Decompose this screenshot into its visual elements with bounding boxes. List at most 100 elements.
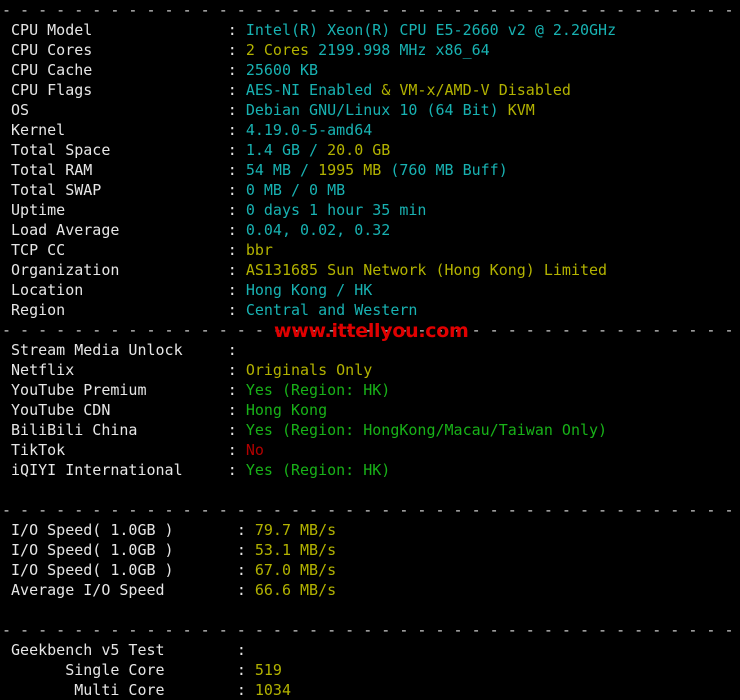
row-value: 2199.998 MHz x86_64: [318, 41, 490, 59]
row-label: OS: [2, 101, 228, 119]
row-colon: :: [227, 21, 246, 39]
geekbench-row: Single Core : 519: [0, 660, 740, 680]
system-info-row: Region : Central and Western: [0, 300, 740, 320]
row-label: Region: [2, 301, 228, 319]
system-info-row: Total Space : 1.4 GB / 20.0 GB: [0, 140, 740, 160]
geekbench-row: Geekbench v5 Test :: [0, 640, 740, 660]
row-colon: :: [227, 441, 246, 459]
row-value: 519: [254, 661, 282, 679]
row-label: Netflix: [2, 361, 228, 379]
system-info-row: Total RAM : 54 MB / 1995 MB (760 MB Buff…: [0, 160, 740, 180]
row-label: Kernel: [2, 121, 228, 139]
row-value: 2 Cores: [245, 41, 319, 59]
row-colon: :: [227, 381, 246, 399]
row-value: Central and Western: [245, 301, 418, 319]
system-info-row: Uptime : 0 days 1 hour 35 min: [0, 200, 740, 220]
row-label: Multi Core: [2, 681, 237, 699]
row-colon: :: [227, 281, 246, 299]
row-colon: :: [227, 341, 246, 359]
row-value: Intel(R) Xeon(R) CPU E5-2660 v2 @ 2.20GH…: [245, 21, 617, 39]
row-value: 1995 MB: [318, 161, 391, 179]
row-colon: :: [227, 301, 246, 319]
row-label: Location: [2, 281, 228, 299]
stream-unlock-row: Netflix : Originals Only: [0, 360, 740, 380]
row-value: Yes (Region: HK): [245, 461, 391, 479]
row-colon: :: [227, 81, 246, 99]
row-value: 54 MB /: [245, 161, 319, 179]
row-value: Yes (Region: HongKong/Macau/Taiwan Only): [245, 421, 608, 439]
row-label: Organization: [2, 261, 228, 279]
row-colon: :: [236, 561, 255, 579]
row-label: BiliBili China: [2, 421, 228, 439]
stream-unlock-row: iQIYI International : Yes (Region: HK): [0, 460, 740, 480]
system-info-row: Location : Hong Kong / HK: [0, 280, 740, 300]
system-info-row: Load Average : 0.04, 0.02, 0.32: [0, 220, 740, 240]
row-value: 25600 KB: [245, 61, 319, 79]
row-label: CPU Cores: [2, 41, 228, 59]
row-colon: :: [236, 581, 255, 599]
row-value: Debian GNU/Linux 10 (64 Bit): [245, 101, 508, 119]
row-label: Total RAM: [2, 161, 228, 179]
row-value: 4.19.0-5-amd64: [245, 121, 373, 139]
row-value: Hong Kong: [245, 401, 328, 419]
row-label: CPU Cache: [2, 61, 228, 79]
system-info-row: Organization : AS131685 Sun Network (Hon…: [0, 260, 740, 280]
io-speed-row: Average I/O Speed : 66.6 MB/s: [0, 580, 740, 600]
row-colon: :: [227, 121, 246, 139]
terminal-output: - - - - - - - - - - - - - - - - - - - - …: [0, 0, 740, 699]
io-speed-row: I/O Speed( 1.0GB ) : 79.7 MB/s: [0, 520, 740, 540]
row-colon: :: [227, 181, 246, 199]
row-label: I/O Speed( 1.0GB ): [2, 541, 237, 559]
row-value: 20.0 GB: [327, 141, 391, 159]
stream-unlock-row: TikTok : No: [0, 440, 740, 460]
system-info-block: CPU Model : Intel(R) Xeon(R) CPU E5-2660…: [0, 20, 740, 320]
row-value: No: [245, 441, 264, 459]
row-label: Uptime: [2, 201, 228, 219]
row-colon: :: [227, 41, 246, 59]
row-label: iQIYI International: [2, 461, 228, 479]
row-value: AES-NI Enabled: [245, 81, 382, 99]
row-colon: :: [227, 401, 246, 419]
separator-line-top: - - - - - - - - - - - - - - - - - - - - …: [2, 1, 740, 19]
row-colon: :: [227, 101, 246, 119]
row-value: 1034: [254, 681, 291, 699]
row-label: I/O Speed( 1.0GB ): [2, 561, 237, 579]
row-colon: :: [236, 541, 255, 559]
row-colon: :: [227, 261, 246, 279]
row-label: Total Space: [2, 141, 228, 159]
row-colon: :: [236, 681, 255, 699]
row-colon: :: [227, 241, 246, 259]
row-label: I/O Speed( 1.0GB ): [2, 521, 237, 539]
row-label: YouTube Premium: [2, 381, 228, 399]
row-value: KVM: [507, 101, 535, 119]
row-colon: :: [227, 221, 246, 239]
row-colon: :: [236, 521, 255, 539]
row-value: Originals Only: [245, 361, 373, 379]
geekbench-block: Geekbench v5 Test : Single Core : 519 Mu…: [0, 640, 740, 700]
system-info-row: OS : Debian GNU/Linux 10 (64 Bit) KVM: [0, 100, 740, 120]
site-watermark: www.ittellyou.com: [274, 320, 469, 342]
row-colon: :: [227, 61, 246, 79]
spacer-after-io: [0, 600, 740, 620]
row-value: (760 MB Buff): [390, 161, 508, 179]
stream-unlock-row: BiliBili China : Yes (Region: HongKong/M…: [0, 420, 740, 440]
row-value: 0 days 1 hour 35 min: [245, 201, 427, 219]
row-value: 0.04, 0.02, 0.32: [245, 221, 391, 239]
system-info-row: CPU Model : Intel(R) Xeon(R) CPU E5-2660…: [0, 20, 740, 40]
row-value: 79.7 MB/s: [254, 521, 337, 539]
row-label: Geekbench v5 Test: [2, 641, 237, 659]
row-colon: :: [236, 661, 255, 679]
system-info-row: Kernel : 4.19.0-5-amd64: [0, 120, 740, 140]
row-label: Total SWAP: [2, 181, 228, 199]
row-label: CPU Model: [2, 21, 228, 39]
row-colon: :: [227, 141, 246, 159]
io-speed-row: I/O Speed( 1.0GB ) : 53.1 MB/s: [0, 540, 740, 560]
row-label: Load Average: [2, 221, 228, 239]
row-value: 53.1 MB/s: [254, 541, 337, 559]
row-value: 0 MB / 0 MB: [245, 181, 346, 199]
row-colon: :: [227, 421, 246, 439]
row-value: 66.6 MB/s: [254, 581, 337, 599]
separator-line-after-io: - - - - - - - - - - - - - - - - - - - - …: [2, 621, 740, 639]
row-colon: :: [227, 461, 246, 479]
row-colon: :: [227, 161, 246, 179]
